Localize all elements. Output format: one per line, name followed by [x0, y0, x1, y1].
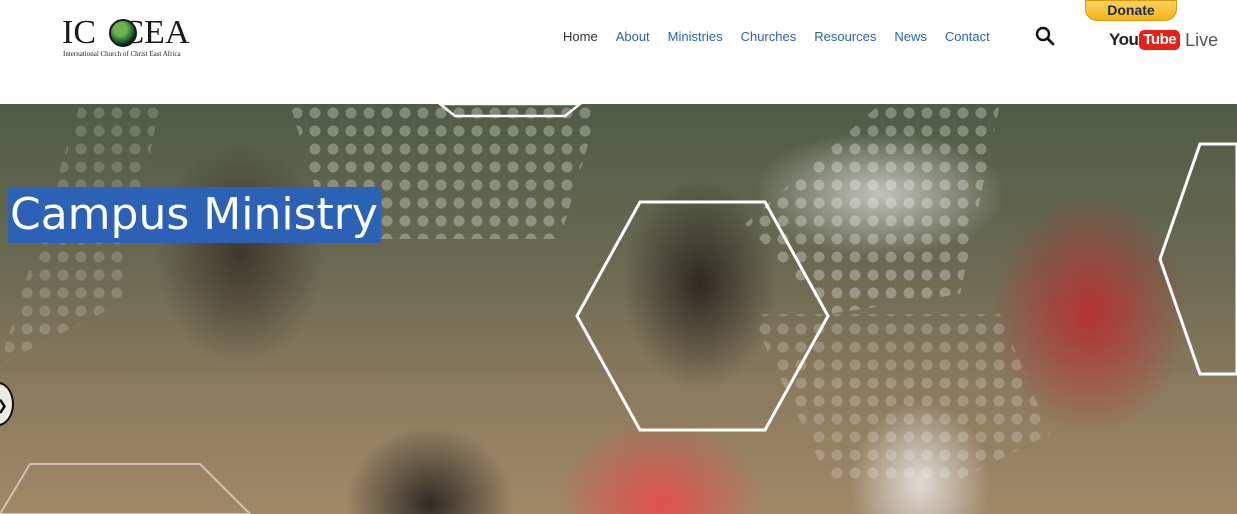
main-nav: Home About Ministries Churches Resources…: [554, 29, 999, 45]
chevron-right-icon: ❯: [0, 397, 8, 414]
nav-item-home[interactable]: Home: [554, 29, 607, 45]
nav-item-about[interactable]: About: [607, 29, 659, 45]
youtube-live-label: Live: [1185, 29, 1219, 50]
hexagon-pattern: [0, 104, 1237, 514]
search-icon[interactable]: [1035, 26, 1055, 46]
site-logo[interactable]: IC CEA International Church of Christ Ea…: [62, 14, 212, 60]
nav-item-ministries[interactable]: Ministries: [659, 29, 732, 45]
site-header: IC CEA International Church of Christ Ea…: [0, 0, 1237, 104]
hero-title: Campus Ministry: [8, 187, 381, 243]
nav-item-news[interactable]: News: [885, 29, 936, 45]
hero-banner: Campus Ministry ❯: [0, 104, 1237, 514]
globe-icon: [109, 19, 137, 47]
nav-item-resources[interactable]: Resources: [805, 29, 885, 45]
nav-item-churches[interactable]: Churches: [732, 29, 806, 45]
donate-button[interactable]: Donate: [1085, 0, 1177, 21]
youtube-logo-tube: Tube: [1139, 30, 1181, 50]
youtube-logo-you: You: [1109, 30, 1139, 49]
youtube-live-link[interactable]: You Tube Live: [1109, 28, 1218, 52]
nav-item-contact[interactable]: Contact: [936, 29, 999, 45]
logo-subtitle: International Church of Christ East Afri…: [63, 50, 181, 58]
